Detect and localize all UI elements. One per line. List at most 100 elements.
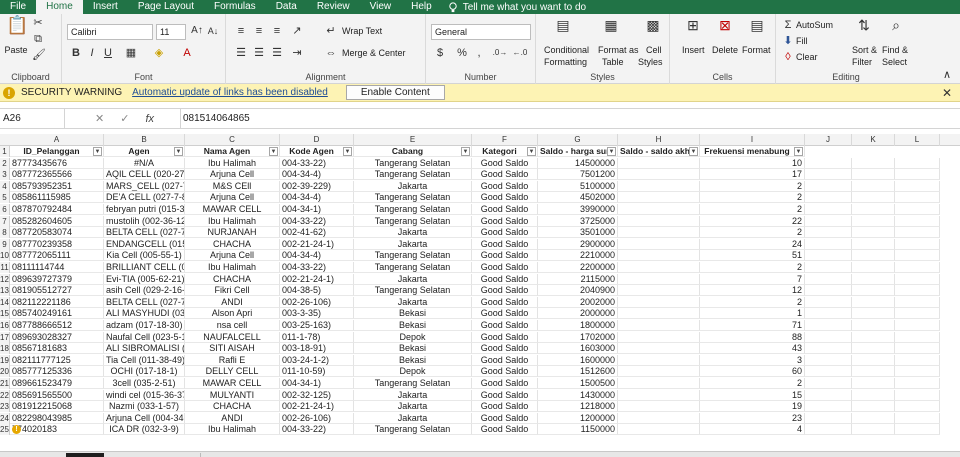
table-cell[interactable]: 10: [700, 157, 805, 169]
row-header[interactable]: 16: [0, 320, 10, 331]
table-cell[interactable]: CHACHA: [185, 273, 280, 285]
table-cell[interactable]: DE'A CELL (027-7-8): [104, 192, 185, 204]
table-cell[interactable]: Alson Apri: [185, 308, 280, 320]
table-cell[interactable]: Arjuna Cell (004-34-4): [104, 412, 185, 424]
empty-cell[interactable]: [852, 227, 895, 239]
header-cell[interactable]: Cabang ▼: [354, 146, 472, 157]
table-cell[interactable]: 089661523479: [10, 378, 104, 389]
table-cell[interactable]: Tangerang Selatan: [354, 424, 472, 436]
empty-cell[interactable]: [805, 180, 852, 192]
table-cell[interactable]: 087770239358: [10, 238, 104, 250]
table-cell[interactable]: 082112221186: [10, 296, 104, 308]
table-cell[interactable]: [618, 424, 700, 436]
table-cell[interactable]: Naufal Cell (023-5-17): [104, 331, 185, 343]
italic-icon[interactable]: I: [86, 46, 98, 60]
tab-file[interactable]: File: [0, 0, 36, 14]
empty-cell[interactable]: [805, 401, 852, 413]
header-cell[interactable]: Kategori ▼: [472, 146, 538, 157]
table-cell[interactable]: [618, 204, 700, 215]
cell-styles-button-2[interactable]: Styles: [638, 57, 663, 67]
table-cell[interactable]: 089693028327: [10, 331, 104, 343]
column-header-l[interactable]: L: [895, 134, 940, 146]
table-cell[interactable]: Tangerang Selatan: [354, 169, 472, 181]
find-select-icon[interactable]: ⌕: [888, 18, 904, 32]
orientation-icon[interactable]: ↗: [290, 24, 304, 38]
table-cell[interactable]: 081912215068: [10, 401, 104, 413]
increase-decimal-icon[interactable]: .0→: [492, 46, 508, 60]
filter-dropdown-icon[interactable]: ▼: [269, 147, 278, 156]
empty-cell[interactable]: [895, 320, 940, 331]
table-cell[interactable]: 51: [700, 250, 805, 262]
empty-cell[interactable]: [895, 157, 940, 169]
merge-center-button[interactable]: Merge & Center: [342, 48, 406, 58]
empty-cell[interactable]: [895, 308, 940, 320]
find-select-button-2[interactable]: Select: [882, 57, 907, 67]
empty-cell[interactable]: [852, 285, 895, 297]
sort-filter-icon[interactable]: ⇅: [856, 18, 872, 32]
table-cell[interactable]: Fikri Cell: [185, 285, 280, 297]
table-cell[interactable]: 082111777125: [10, 354, 104, 366]
table-cell[interactable]: 004-33-22): [280, 424, 354, 436]
table-cell[interactable]: Good Saldo: [472, 250, 538, 262]
empty-cell[interactable]: [805, 215, 852, 227]
table-cell[interactable]: [618, 366, 700, 378]
autosum-icon[interactable]: Σ: [782, 18, 794, 32]
row-header[interactable]: 1: [0, 146, 10, 157]
empty-cell[interactable]: [805, 308, 852, 320]
row-header[interactable]: 10: [0, 250, 10, 262]
align-middle-icon[interactable]: ≡: [252, 24, 266, 38]
table-cell[interactable]: 5100000: [538, 180, 618, 192]
table-cell[interactable]: ANDI: [185, 412, 280, 424]
table-cell[interactable]: Tangerang Selatan: [354, 378, 472, 389]
fill-icon[interactable]: ⬇: [782, 34, 794, 48]
empty-cell[interactable]: [852, 192, 895, 204]
table-cell[interactable]: [618, 273, 700, 285]
empty-cell[interactable]: [895, 180, 940, 192]
empty-cell[interactable]: [852, 389, 895, 401]
empty-cell[interactable]: [852, 169, 895, 181]
column-header-g[interactable]: G: [538, 134, 618, 146]
table-cell[interactable]: 88: [700, 331, 805, 343]
table-cell[interactable]: 004-34-4): [280, 250, 354, 262]
empty-cell[interactable]: [852, 296, 895, 308]
empty-cell[interactable]: [895, 412, 940, 424]
column-header-e[interactable]: E: [354, 134, 472, 146]
table-cell[interactable]: 2: [700, 227, 805, 239]
increase-font-icon[interactable]: A↑: [190, 24, 204, 38]
table-cell[interactable]: Good Saldo: [472, 169, 538, 181]
close-icon[interactable]: ✕: [942, 86, 952, 100]
table-cell[interactable]: [618, 296, 700, 308]
column-header-i[interactable]: I: [700, 134, 805, 146]
empty-cell[interactable]: [895, 424, 940, 436]
copy-icon[interactable]: ⧉: [32, 32, 44, 46]
header-cell[interactable]: ID_Pelanggan ▼: [10, 146, 104, 157]
table-cell[interactable]: Good Saldo: [472, 412, 538, 424]
table-cell[interactable]: Bekasi: [354, 343, 472, 355]
table-cell[interactable]: Good Saldo: [472, 227, 538, 239]
table-cell[interactable]: SITI AISAH: [185, 343, 280, 355]
header-cell[interactable]: Saldo - saldo akhir ▼: [618, 146, 700, 157]
table-cell[interactable]: 003-25-163): [280, 320, 354, 331]
table-cell[interactable]: 2: [700, 204, 805, 215]
table-cell[interactable]: Good Saldo: [472, 285, 538, 297]
table-cell[interactable]: 23: [700, 412, 805, 424]
collapse-ribbon-icon[interactable]: ∧: [940, 68, 954, 82]
table-cell[interactable]: 002-26-106): [280, 412, 354, 424]
table-cell[interactable]: MAWAR CELL: [185, 204, 280, 215]
table-cell[interactable]: Good Saldo: [472, 157, 538, 169]
header-cell[interactable]: Nama Agen ▼: [185, 146, 280, 157]
empty-cell[interactable]: [852, 401, 895, 413]
empty-cell[interactable]: [895, 331, 940, 343]
empty-cell[interactable]: [805, 320, 852, 331]
table-cell[interactable]: Bekasi: [354, 308, 472, 320]
table-cell[interactable]: 085793952351: [10, 180, 104, 192]
align-right-icon[interactable]: ☰: [270, 46, 284, 60]
table-cell[interactable]: 2: [700, 296, 805, 308]
row-header[interactable]: 19: [0, 354, 10, 366]
table-cell[interactable]: 004-33-22): [280, 157, 354, 169]
row-header[interactable]: 12: [0, 273, 10, 285]
table-cell[interactable]: 87773435676: [10, 157, 104, 169]
empty-cell[interactable]: [895, 354, 940, 366]
indent-icon[interactable]: ⇥: [290, 46, 304, 60]
table-cell[interactable]: Good Saldo: [472, 401, 538, 413]
